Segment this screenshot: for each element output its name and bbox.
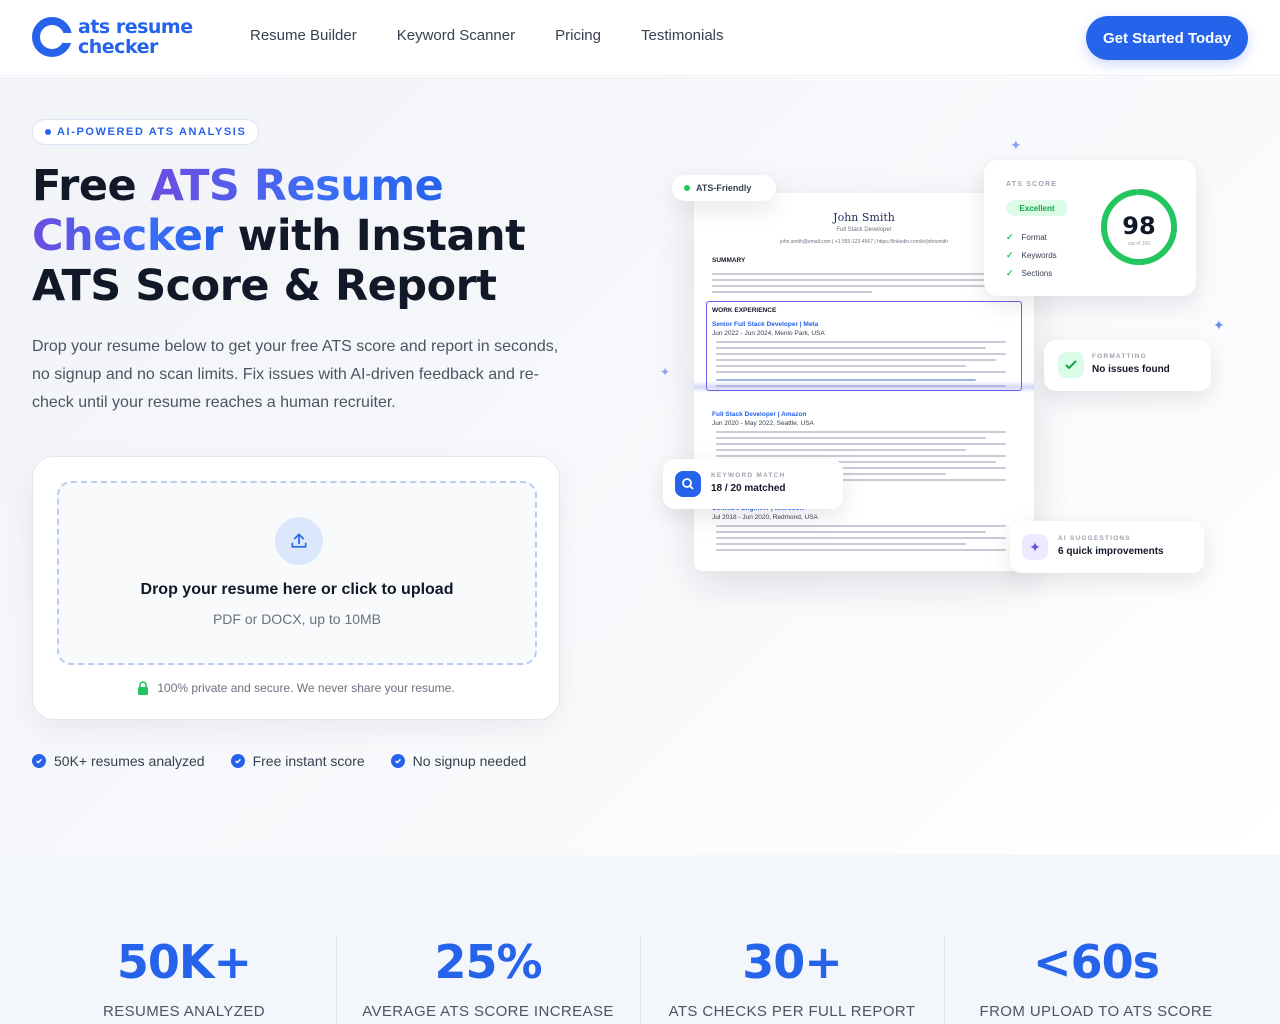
- get-started-button[interactable]: Get Started Today: [1086, 16, 1248, 60]
- resume-contact: john.smith@email.com | +1 555-123-4567 |…: [780, 239, 948, 245]
- stat-label: AVERAGE ATS SCORE INCREASE: [362, 1003, 614, 1020]
- logo[interactable]: ats resume checker: [32, 17, 193, 57]
- status-dot: [684, 185, 690, 191]
- logo-mark: [32, 17, 73, 57]
- check-icon: ✓: [1006, 268, 1014, 278]
- resume-work-heading: WORK EXPERIENCE: [712, 307, 777, 314]
- stat-label: FROM UPLOAD TO ATS SCORE: [979, 1003, 1213, 1020]
- check-circle-icon: [390, 754, 405, 768]
- trust-checks: 50K+ resumes analyzed Free instant score…: [32, 753, 526, 769]
- score-check-row: ✓ Sections: [1006, 268, 1053, 278]
- resume-summary-heading: SUMMARY: [712, 257, 746, 264]
- top-nav: ats resume checker Resume Builder Keywor…: [0, 0, 1280, 76]
- stat-label: RESUMES ANALYZED: [103, 1003, 265, 1020]
- resume-name: John Smith: [833, 211, 895, 224]
- sparkle-icon: ✦: [1010, 137, 1022, 153]
- hero-section: AI-POWERED ATS ANALYSIS Free ATS Resume …: [0, 77, 1280, 855]
- check-icon: ✓: [1006, 232, 1014, 242]
- dropzone-title: Drop your resume here or click to upload: [140, 581, 454, 598]
- ats-score-card: ATS SCORE Excellent ✓ Format ✓ Keywords ✓ S…: [984, 160, 1196, 296]
- stat-value: 30+: [742, 935, 843, 989]
- hero-subtitle: Drop your resume below to get your free …: [32, 338, 559, 411]
- resume-job: Senior Full Stack Developer | Meta: [712, 321, 819, 328]
- stats-section: 50K+ RESUMES ANALYZED 25% AVERAGE ATS SC…: [0, 855, 1280, 1024]
- ats-friendly-chip: ATS-Friendly: [672, 175, 776, 201]
- stat-value: 50K+: [116, 935, 252, 989]
- status-badge: Excellent: [1006, 200, 1068, 216]
- nav-link-keyword-scanner[interactable]: Keyword Scanner: [397, 27, 515, 44]
- nav-links: Resume Builder Keyword Scanner Pricing T…: [250, 27, 724, 44]
- trust-item: Free instant score: [230, 753, 365, 769]
- check-circle-icon: [230, 754, 245, 768]
- check-circle-icon: [32, 754, 46, 768]
- stat-label: ATS CHECKS PER FULL REPORT: [668, 1003, 916, 1020]
- formatting-card: FORMATTING No issues found: [1044, 340, 1211, 391]
- nav-link-resume-builder[interactable]: Resume Builder: [250, 27, 357, 44]
- score-check-row: ✓ Format: [1006, 232, 1047, 242]
- check-icon: [1058, 352, 1084, 378]
- resume-dropzone[interactable]: Drop your resume here or click to upload…: [57, 481, 537, 665]
- stat-item: <60s FROM UPLOAD TO ATS SCORE: [944, 935, 1248, 1020]
- resume-role: Full Stack Developer: [836, 227, 892, 233]
- privacy-note: 100% private and secure. We never share …: [33, 681, 559, 695]
- sparkle-icon: ✦: [660, 365, 671, 379]
- stat-item: 25% AVERAGE ATS SCORE INCREASE: [336, 935, 640, 1020]
- lock-icon: [138, 681, 149, 695]
- resume-job: Full Stack Developer | Amazon: [712, 411, 807, 418]
- page-title: Free ATS Resume Checker with Instant ATS…: [32, 161, 526, 311]
- upload-card: Drop your resume here or click to upload…: [32, 456, 560, 720]
- ai-suggestions-card: ✦ AI SUGGESTIONS 6 quick improvements: [1010, 521, 1204, 573]
- search-icon: [675, 471, 701, 497]
- sparkle-icon: ✦: [1213, 317, 1225, 333]
- ai-badge-pill: AI-POWERED ATS ANALYSIS: [32, 119, 260, 145]
- trust-item: No signup needed: [390, 753, 526, 769]
- nav-link-testimonials[interactable]: Testimonials: [641, 27, 724, 44]
- scan-highlight: [706, 301, 1022, 391]
- resume-preview: John Smith Full Stack Developer john.smi…: [694, 193, 1034, 571]
- stat-item: 50K+ RESUMES ANALYZED: [32, 935, 336, 1020]
- trust-item: 50K+ resumes analyzed: [32, 753, 205, 769]
- stat-value: <60s: [1033, 935, 1160, 989]
- dropzone-subtitle: PDF or DOCX, up to 10MB: [212, 611, 382, 627]
- pill-dot: [45, 129, 51, 135]
- upload-icon: [275, 517, 323, 565]
- logo-text: ats resume checker: [78, 16, 193, 58]
- keyword-match-card: KEYWORD MATCH 18 / 20 matched: [663, 459, 843, 509]
- nav-link-pricing[interactable]: Pricing: [555, 27, 601, 44]
- scan-line: [694, 381, 1034, 393]
- sparkle-icon: ✦: [1022, 534, 1048, 560]
- score-value: 98: [1122, 212, 1156, 240]
- check-icon: ✓: [1006, 250, 1014, 260]
- stat-item: 30+ ATS CHECKS PER FULL REPORT: [640, 935, 944, 1020]
- score-scale: out of 100: [1127, 241, 1151, 247]
- score-check-row: ✓ Keywords: [1006, 250, 1057, 260]
- stat-value: 25%: [434, 935, 542, 989]
